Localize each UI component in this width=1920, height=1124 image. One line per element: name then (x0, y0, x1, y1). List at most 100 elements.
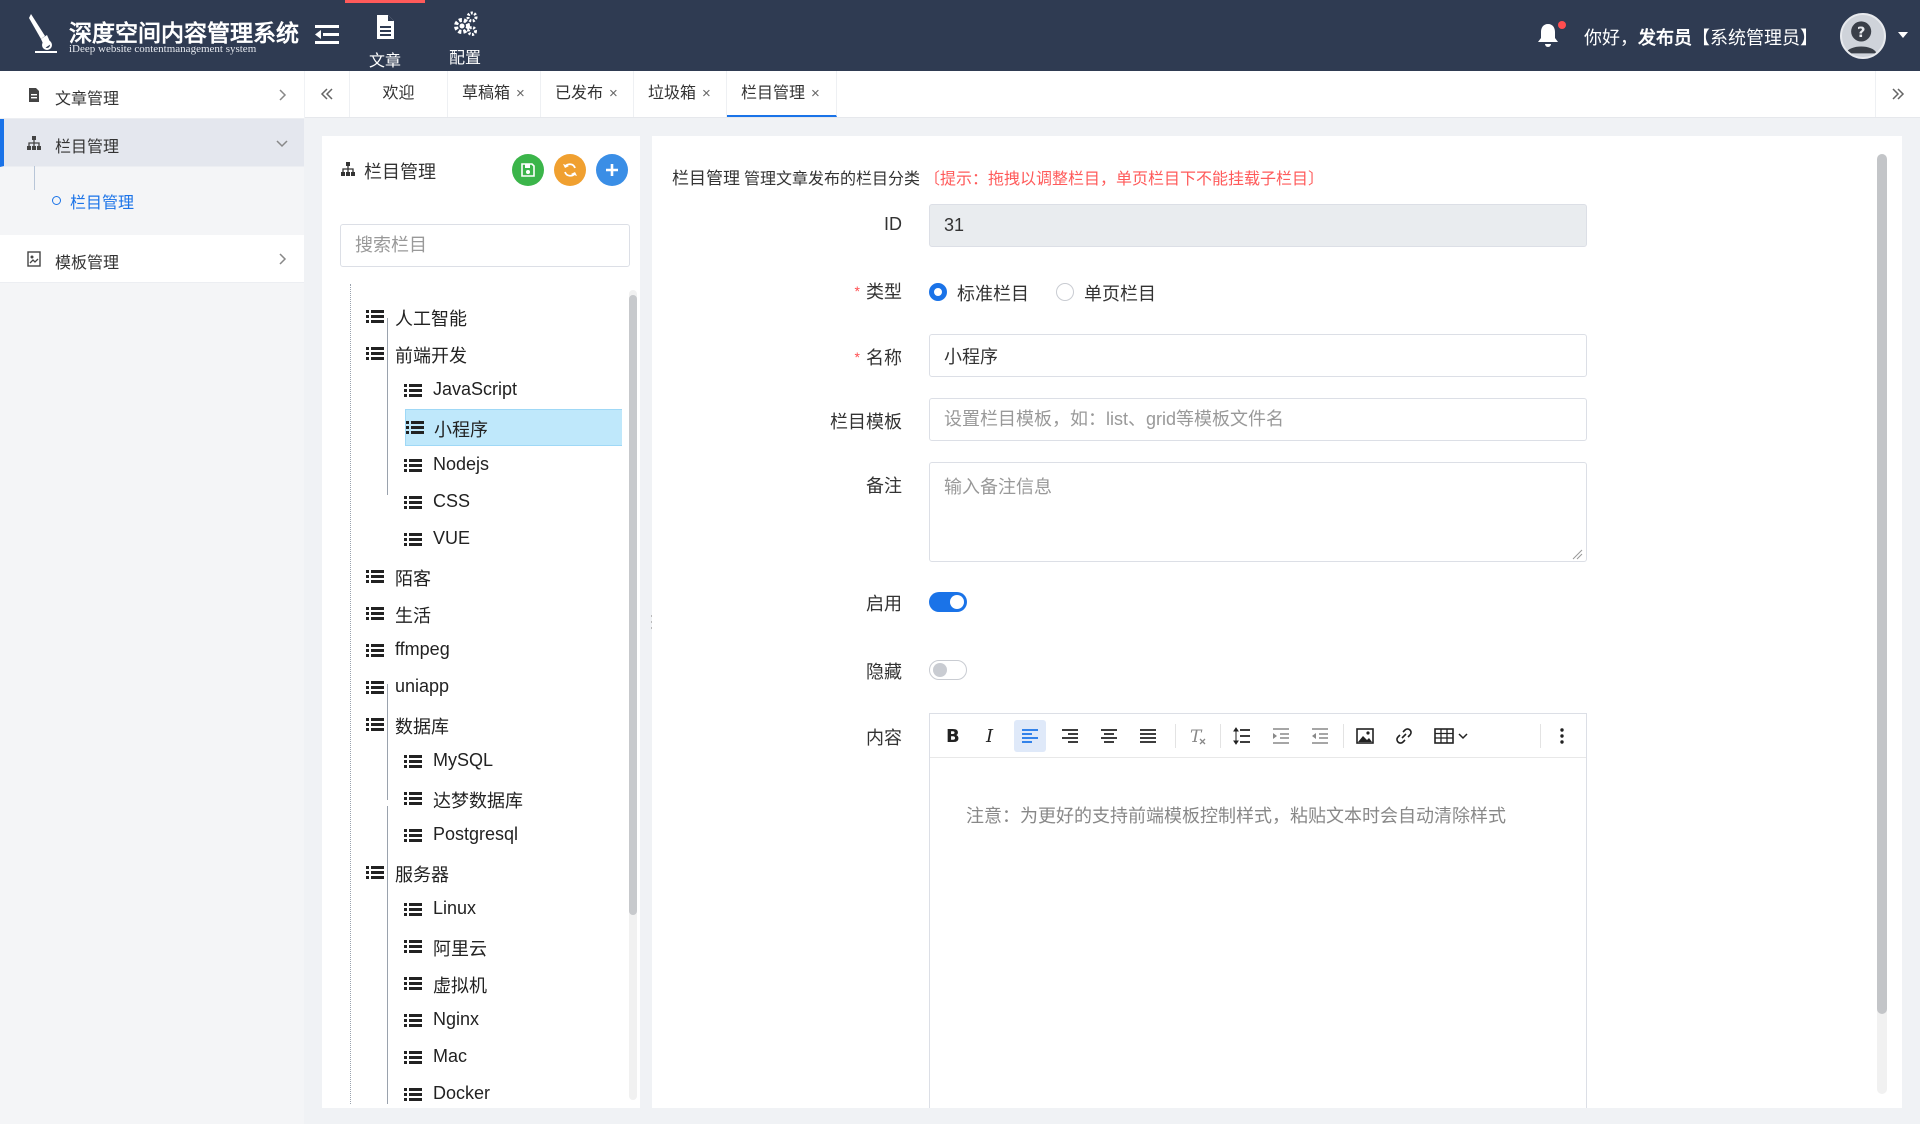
bold-button[interactable]: B (936, 720, 968, 752)
close-icon[interactable]: × (516, 71, 525, 117)
save-button[interactable] (512, 154, 544, 186)
user-greeting[interactable]: 你好，发布员【系统管理员】 (1584, 24, 1818, 50)
tree-node-uniapp[interactable]: uniapp (366, 669, 616, 706)
remark-label-text: 备注 (866, 476, 902, 496)
tree-node-moke[interactable]: 陌客 (366, 558, 616, 595)
align-justify-button[interactable] (1132, 720, 1164, 752)
tree-node-docker[interactable]: Docker (404, 1076, 622, 1104)
tree-node-label: 达梦数据库 (433, 791, 523, 811)
tree-node-frontend[interactable]: 前端开发 (366, 335, 616, 372)
list-icon (366, 310, 384, 323)
search-input[interactable] (340, 224, 630, 267)
tree-node-aliyun[interactable]: 阿里云 (404, 928, 622, 965)
tab-published[interactable]: 已发布 × (541, 71, 634, 117)
tab-trash[interactable]: 垃圾箱 × (634, 71, 727, 117)
svg-text:B: B (946, 726, 960, 746)
name-field[interactable] (929, 334, 1587, 377)
template-field[interactable] (929, 398, 1587, 441)
insert-link-button[interactable] (1388, 720, 1420, 752)
tree-node-label: Nodejs (433, 454, 490, 474)
list-icon (366, 607, 384, 620)
tree-node-vue[interactable]: VUE (404, 521, 622, 558)
template-label-text: 栏目模板 (830, 412, 902, 432)
enabled-label-text: 启用 (866, 594, 902, 614)
sidebar-item-columns[interactable]: 栏目管理 (0, 119, 304, 167)
tab-scroll-right[interactable] (1875, 71, 1920, 117)
column-form-panel: 栏目管理 管理文章发布的栏目分类 〔提示：拖拽以调整栏目，单页栏目下不能挂载子栏目〕… (652, 136, 1902, 1108)
tab-columns[interactable]: 栏目管理 × (727, 71, 837, 117)
tab-label: 欢迎 (382, 85, 415, 102)
list-icon (404, 1051, 422, 1064)
tree-node-javascript[interactable]: JavaScript (404, 372, 622, 409)
nav-article[interactable]: 文章 (345, 0, 425, 71)
tab-drafts[interactable]: 草稿箱 × (448, 71, 541, 117)
collapse-menu-icon[interactable] (313, 20, 343, 50)
hidden-label-text: 隐藏 (866, 662, 902, 682)
tree-node-database[interactable]: 数据库 (366, 706, 616, 743)
required-mark: * (854, 283, 860, 299)
align-justify-icon (1140, 729, 1156, 743)
tree-node-nodejs[interactable]: Nodejs (404, 447, 622, 484)
required-mark: * (854, 349, 860, 365)
italic-button[interactable]: I (974, 720, 1006, 752)
tree-scrollbar[interactable] (629, 295, 637, 915)
align-center-button[interactable] (1093, 720, 1125, 752)
remark-field[interactable] (929, 462, 1587, 562)
tree-node-mysql[interactable]: MySQL (404, 743, 622, 780)
double-chevron-left-icon (320, 88, 333, 100)
align-right-button[interactable] (1054, 720, 1086, 752)
tree-node-postgresql[interactable]: Postgresql (404, 817, 622, 854)
tree-node-vm[interactable]: 虚拟机 (404, 965, 622, 1002)
clear-format-button[interactable]: T (1181, 720, 1213, 752)
outdent-button[interactable] (1304, 720, 1336, 752)
svg-text:?: ? (1857, 24, 1865, 41)
chevron-down-icon[interactable] (1897, 30, 1909, 40)
nav-config[interactable]: 配置 (425, 0, 505, 71)
close-icon[interactable]: × (609, 71, 618, 117)
tree-node-label: 陌客 (395, 569, 431, 589)
insert-image-button[interactable] (1349, 720, 1381, 752)
tree-node-ai[interactable]: 人工智能 (366, 298, 616, 335)
link-icon (1396, 728, 1412, 744)
italic-icon: I (985, 726, 994, 746)
tab-scroll-left[interactable] (305, 71, 350, 117)
indent-button[interactable] (1265, 720, 1297, 752)
enabled-toggle[interactable] (929, 592, 967, 612)
close-icon[interactable]: × (811, 71, 820, 117)
tree-node-server[interactable]: 服务器 (366, 854, 616, 891)
resize-grip-icon[interactable] (1571, 548, 1583, 560)
tab-label: 垃圾箱 (648, 85, 697, 102)
tab-welcome[interactable]: 欢迎 (350, 71, 448, 117)
line-height-button[interactable] (1226, 720, 1258, 752)
align-left-button[interactable] (1014, 720, 1046, 752)
app-logo[interactable]: 深度空间内容管理系统 iDeep website contentmanageme… (25, 10, 299, 60)
tree-node-linux[interactable]: Linux (404, 891, 622, 928)
tree-node-css[interactable]: CSS (404, 484, 622, 521)
tree-node-dameng[interactable]: 达梦数据库 (404, 780, 622, 817)
refresh-button[interactable] (554, 154, 586, 186)
toolbar-separator (1343, 724, 1344, 748)
sidebar-subitem-columns[interactable]: 栏目管理 (0, 166, 304, 221)
close-icon[interactable]: × (702, 71, 711, 117)
more-options-button[interactable] (1546, 720, 1578, 752)
refresh-icon (563, 163, 577, 177)
list-icon (404, 755, 422, 768)
tree-node-nginx[interactable]: Nginx (404, 1002, 622, 1039)
form-scrollbar[interactable] (1877, 154, 1887, 1014)
tree-node-miniprogram[interactable]: 小程序 (405, 409, 622, 446)
sidebar-item-templates[interactable]: 模板管理 (0, 235, 304, 283)
sidebar-item-articles[interactable]: 文章管理 (0, 71, 304, 119)
sidebar-item-label: 文章管理 (55, 91, 120, 108)
hidden-toggle[interactable] (929, 660, 967, 680)
notification-bell-icon[interactable] (1535, 22, 1561, 48)
tree-node-mac[interactable]: Mac (404, 1039, 622, 1076)
tree-node-label: 生活 (395, 606, 431, 626)
insert-table-button[interactable] (1428, 720, 1476, 752)
list-icon (404, 977, 422, 990)
more-vertical-icon (1560, 728, 1564, 744)
add-column-button[interactable] (596, 154, 628, 186)
avatar[interactable]: ? (1840, 13, 1886, 59)
tree-node-ffmpeg[interactable]: ffmpeg (366, 632, 616, 669)
editor-placeholder[interactable]: 注意：为更好的支持前端模板控制样式，粘贴文本时会自动清除样式 (966, 802, 1506, 828)
tree-node-life[interactable]: 生活 (366, 595, 616, 632)
